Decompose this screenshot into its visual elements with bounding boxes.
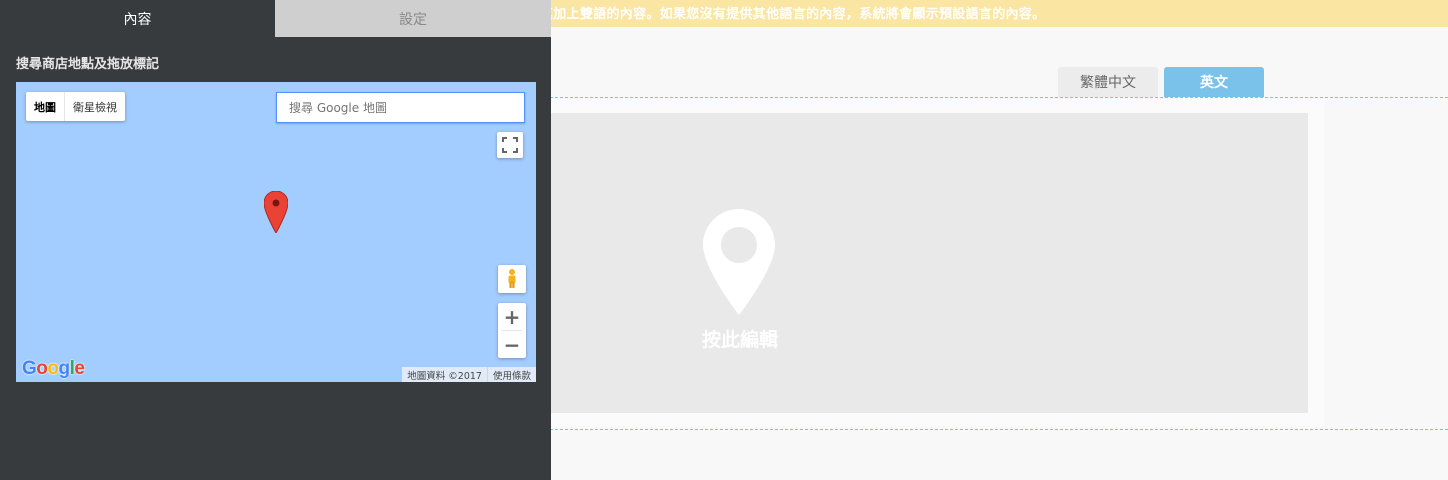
zoom-out-button[interactable]: − (498, 331, 526, 358)
tab-content[interactable]: 內容 (0, 0, 275, 37)
fullscreen-icon (502, 137, 518, 153)
map-type-map-button[interactable]: 地圖 (26, 92, 65, 121)
google-map[interactable]: 地圖 衛星檢視 + − Google (16, 82, 536, 382)
zoom-in-button[interactable]: + (498, 303, 526, 330)
section-top-border (550, 97, 1448, 98)
map-type-satellite-button[interactable]: 衛星檢視 (65, 92, 125, 121)
language-tabs: 繁體中文 英文 (1058, 67, 1264, 97)
tab-traditional-chinese[interactable]: 繁體中文 (1058, 67, 1158, 97)
map-search-input[interactable] (276, 92, 525, 123)
panel-tabs: 內容 設定 (0, 0, 551, 37)
map-pin-icon (703, 209, 775, 315)
zoom-control: + − (498, 303, 526, 358)
terms-of-use-link[interactable]: 使用條款 (486, 367, 536, 382)
location-marker-icon[interactable] (264, 191, 288, 233)
panel-heading: 搜尋商店地點及拖放標記 (16, 57, 160, 72)
section-bottom-border (550, 429, 1448, 430)
map-attribution-bar: 地圖資料 ©2017 使用條款 (402, 367, 536, 382)
map-data-attribution: 地圖資料 ©2017 (407, 370, 482, 382)
google-logo: Google (22, 358, 85, 379)
pegman-icon (508, 269, 516, 288)
settings-panel: 內容 設定 搜尋商店地點及拖放標記 地圖 衛星檢視 搜尋 Google 地圖 +… (0, 0, 551, 480)
map-type-control: 地圖 衛星檢視 (26, 92, 125, 121)
notice-text: 真加上雙語的內容。如果您沒有提供其他語言的內容，系統將會顯示預設語言的內容。 (540, 7, 1046, 22)
map-placeholder[interactable]: 按此編輯 (550, 113, 1308, 413)
fullscreen-button[interactable] (497, 132, 523, 158)
tab-english[interactable]: 英文 (1164, 67, 1264, 97)
edit-label: 按此編輯 (701, 329, 778, 351)
street-view-button[interactable] (498, 265, 526, 293)
tab-settings[interactable]: 設定 (275, 0, 551, 37)
